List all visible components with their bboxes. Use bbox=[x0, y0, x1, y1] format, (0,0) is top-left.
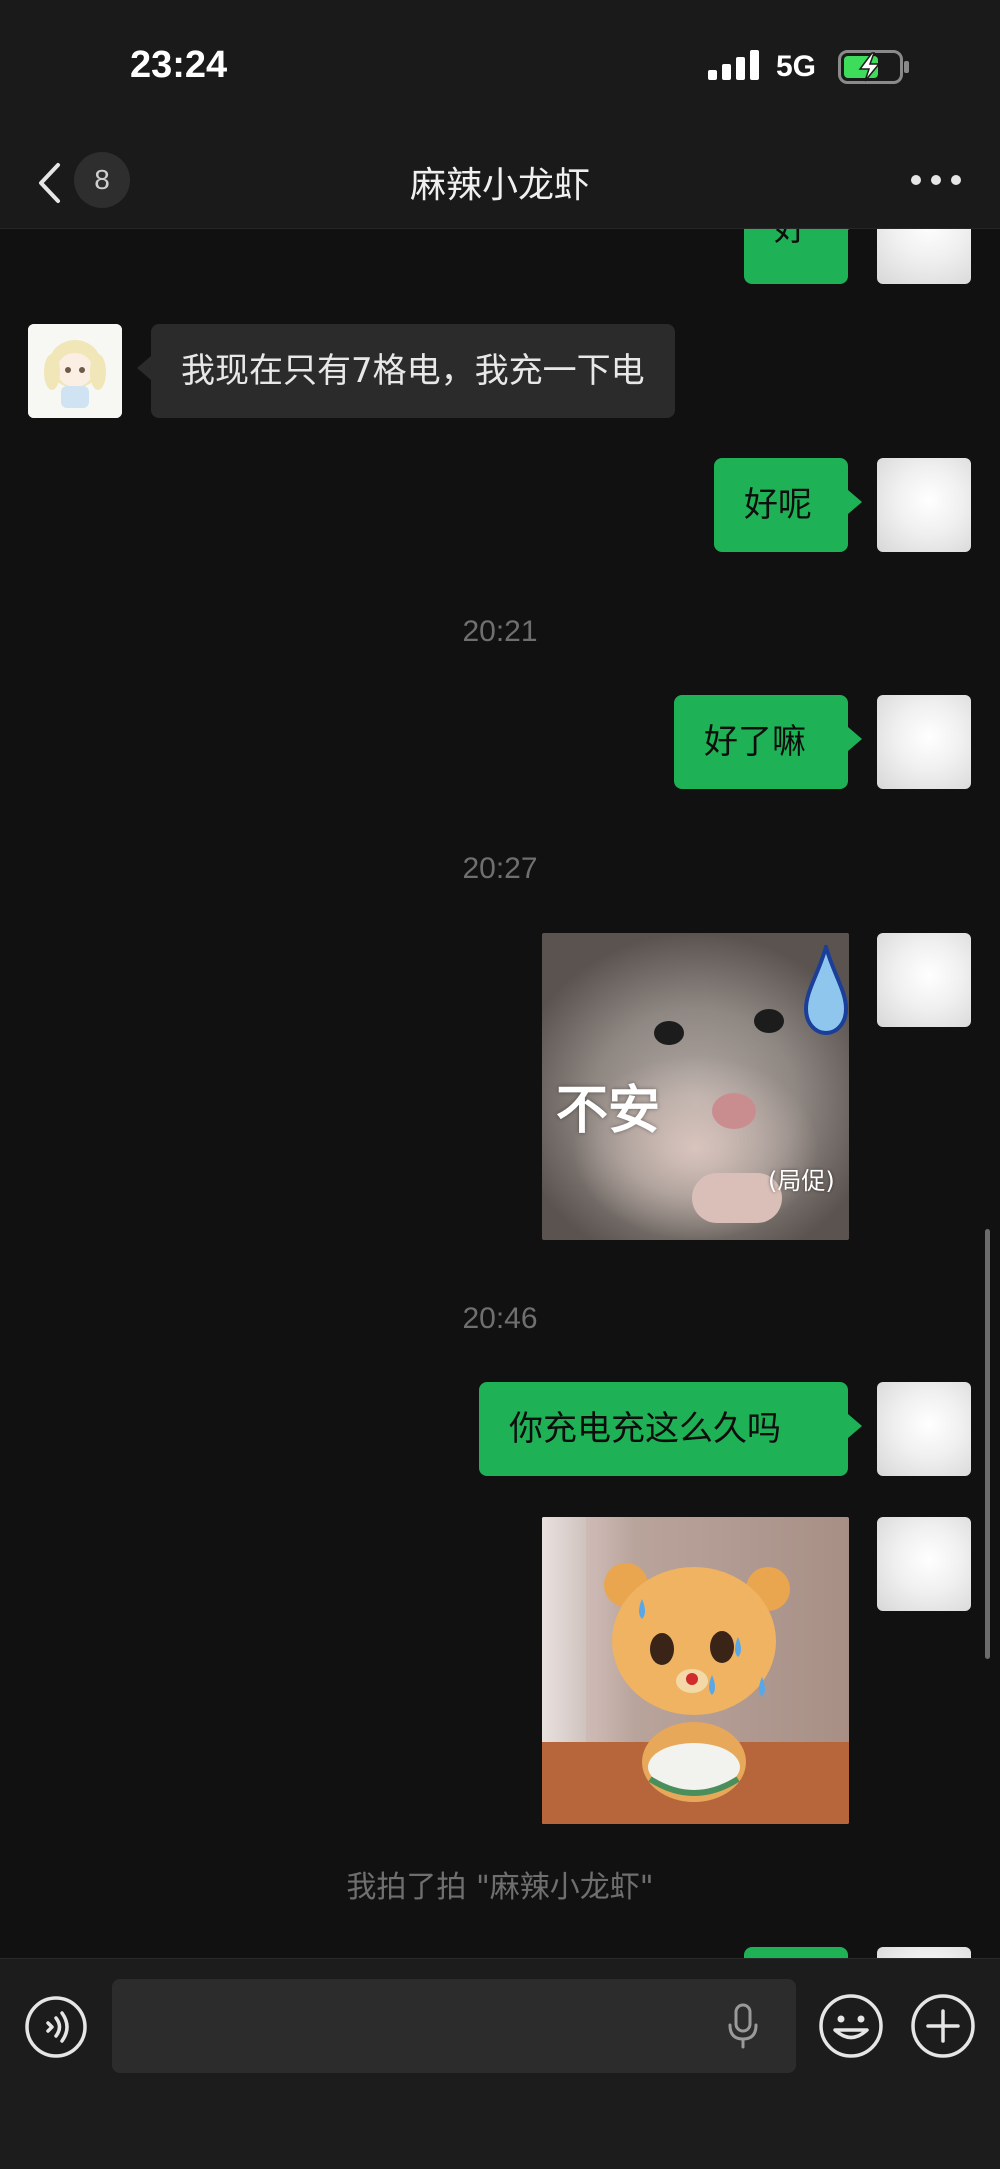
hamster-nose bbox=[712, 1093, 756, 1129]
sweat-drop-icon bbox=[803, 939, 849, 1039]
sticker-subcaption: (局促) bbox=[768, 1167, 835, 1195]
hamster-sticker[interactable]: 不安 (局促) bbox=[542, 933, 849, 1240]
message-timestamp: 20:27 bbox=[462, 852, 538, 885]
avatar-contact[interactable] bbox=[28, 324, 122, 418]
signal-icon bbox=[708, 50, 762, 84]
scroll-indicator[interactable] bbox=[985, 1229, 990, 1659]
hamster-eye bbox=[654, 1021, 684, 1045]
message-bubble-outgoing[interactable]: 好 bbox=[744, 229, 862, 284]
message-bubble-outgoing[interactable]: 好了嘛 bbox=[674, 695, 862, 789]
plus-icon bbox=[911, 1994, 975, 2058]
message-bubble-incoming[interactable]: 我现在只有7格电，我充一下电 bbox=[137, 324, 675, 418]
status-time: 23:24 bbox=[130, 44, 228, 86]
voice-icon bbox=[25, 1996, 87, 2058]
avatar-self[interactable] bbox=[877, 458, 971, 552]
more-options-button[interactable] bbox=[906, 160, 966, 200]
battery-charging-icon bbox=[838, 50, 910, 88]
system-message: 我拍了拍 "麻辣小龙虾" bbox=[346, 1870, 654, 1905]
bear-sticker[interactable] bbox=[542, 1517, 849, 1824]
voice-input-button[interactable] bbox=[24, 1995, 88, 2059]
network-type: 5G bbox=[776, 50, 817, 83]
message-bubble-outgoing[interactable]: 好呢 bbox=[714, 458, 862, 552]
emoji-button[interactable] bbox=[818, 1993, 884, 2059]
hamster-eye bbox=[754, 1009, 784, 1033]
message-list[interactable]: 好 我现在只有7格电，我充一下电 好呢 20:21 好了嘛 20:27 不安 (… bbox=[0, 229, 1000, 1959]
message-input[interactable] bbox=[112, 1979, 796, 2073]
more-dots-icon bbox=[911, 175, 961, 185]
avatar-self[interactable] bbox=[877, 229, 971, 284]
smiley-icon bbox=[819, 1994, 883, 2058]
microphone-icon[interactable] bbox=[726, 2003, 760, 2053]
message-bubble-outgoing[interactable]: 你充电充这么久吗 bbox=[479, 1382, 862, 1476]
anime-girl-avatar-icon bbox=[28, 324, 122, 418]
add-attachment-button[interactable] bbox=[910, 1993, 976, 2059]
avatar-self[interactable] bbox=[877, 933, 971, 1027]
chat-header: 8 麻辣小龙虾 bbox=[0, 130, 1000, 229]
chat-title: 麻辣小龙虾 bbox=[409, 165, 590, 206]
message-timestamp: 20:21 bbox=[462, 615, 538, 648]
sticker-caption: 不安 bbox=[556, 1081, 661, 1141]
message-timestamp: 20:46 bbox=[462, 1302, 538, 1335]
avatar-self[interactable] bbox=[877, 1517, 971, 1611]
status-bar: 23:24 5G bbox=[0, 0, 1000, 130]
teddy-bear-icon bbox=[604, 1563, 790, 1802]
avatar-self[interactable] bbox=[877, 695, 971, 789]
input-bar bbox=[0, 1958, 1000, 2169]
avatar-self[interactable] bbox=[877, 1382, 971, 1476]
